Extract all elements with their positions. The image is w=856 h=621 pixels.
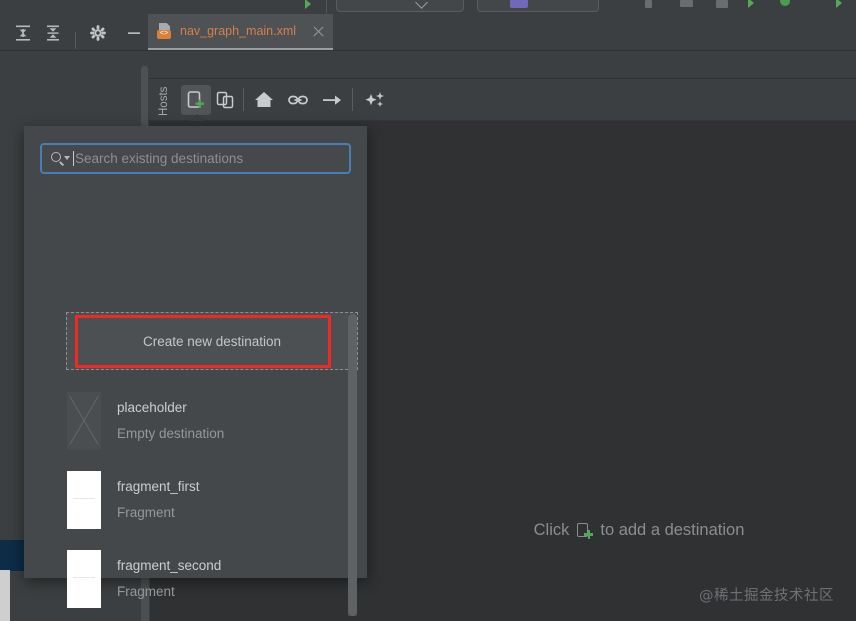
run-button-icon[interactable] [305,0,311,9]
run-app-icon[interactable] [748,0,754,8]
search-icon[interactable] [51,151,70,166]
hint-suffix-label: to add a destination [600,521,745,539]
text-caret [73,151,74,166]
tool-window-header [0,14,148,51]
run-configuration-selector[interactable] [336,0,464,12]
editor-tab[interactable]: <> nav_graph_main.xml [148,14,333,50]
profile-icon[interactable] [836,0,842,8]
ide-window: <> nav_graph_main.xml Hosts Click to add… [0,0,856,621]
toolbar-item-icon[interactable] [645,0,652,8]
device-icon [510,0,528,8]
list-item[interactable]: placeholder Empty destination [48,381,367,460]
watermark-label: @稀土掘金技术社区 [699,588,834,604]
hosts-label: Hosts [158,86,170,116]
toolbar-item-icon[interactable] [680,0,693,7]
settings-gear-icon[interactable] [88,23,108,43]
destination-list[interactable]: placeholder Empty destination fragment_f… [48,381,367,621]
main-toolbar-strip [0,0,856,14]
editor-secondary-toolbar [148,51,856,79]
list-item-title: fragment_first [117,479,200,494]
auto-arrange-button[interactable] [360,85,390,115]
empty-destination-thumbnail-icon [67,391,101,450]
empty-canvas-hint: Click to add a destination [489,521,789,540]
collapse-all-icon[interactable] [43,23,63,43]
toolbar-item-icon[interactable] [716,0,728,8]
left-edge-strip [0,570,10,621]
list-item-title: placeholder [117,400,187,415]
toolbar-divider [75,32,76,49]
editor-tab-label: nav_graph_main.xml [180,24,297,38]
popup-scrollbar[interactable] [348,314,357,616]
expand-all-icon[interactable] [13,23,33,43]
toolbar-divider [326,0,327,13]
list-item-title: fragment_second [117,558,222,573]
add-destination-icon [577,522,594,539]
destinations-popup: Search existing destinations Create new … [24,126,367,616]
new-nested-graph-button[interactable] [211,85,241,115]
fragment-thumbnail-icon [67,549,101,608]
search-input-wrapper[interactable]: Search existing destinations [40,143,351,174]
list-item[interactable]: fragment_first Fragment [48,460,367,539]
tree-selected-item[interactable] [0,540,25,571]
list-item[interactable]: fragment_second Fragment [48,539,367,618]
debug-icon[interactable] [780,0,790,6]
close-icon[interactable] [312,25,325,38]
search-input[interactable]: Search existing destinations [75,151,243,166]
list-item-subtitle: Fragment [117,505,175,520]
new-destination-button[interactable] [181,85,211,115]
editor-tab-row: <> nav_graph_main.xml [148,14,856,51]
hint-prefix-label: Click [533,521,570,539]
xml-file-icon: <> [157,23,173,39]
toolbar-divider [352,88,353,111]
create-new-destination-button[interactable]: Create new destination [66,312,358,370]
scrollbar-thumb[interactable] [348,314,357,616]
create-new-destination-label: Create new destination [142,333,282,349]
new-include-button[interactable] [283,85,313,115]
device-selector[interactable] [477,0,599,12]
fragment-thumbnail-icon [67,470,101,529]
new-action-button[interactable] [317,85,347,115]
list-item-subtitle: Fragment [117,584,175,599]
start-destination-button[interactable] [249,85,279,115]
hide-window-icon[interactable] [124,23,144,43]
toolbar-divider [243,88,244,111]
list-item-subtitle: Empty destination [117,426,225,441]
xml-badge-label: <> [157,30,171,39]
